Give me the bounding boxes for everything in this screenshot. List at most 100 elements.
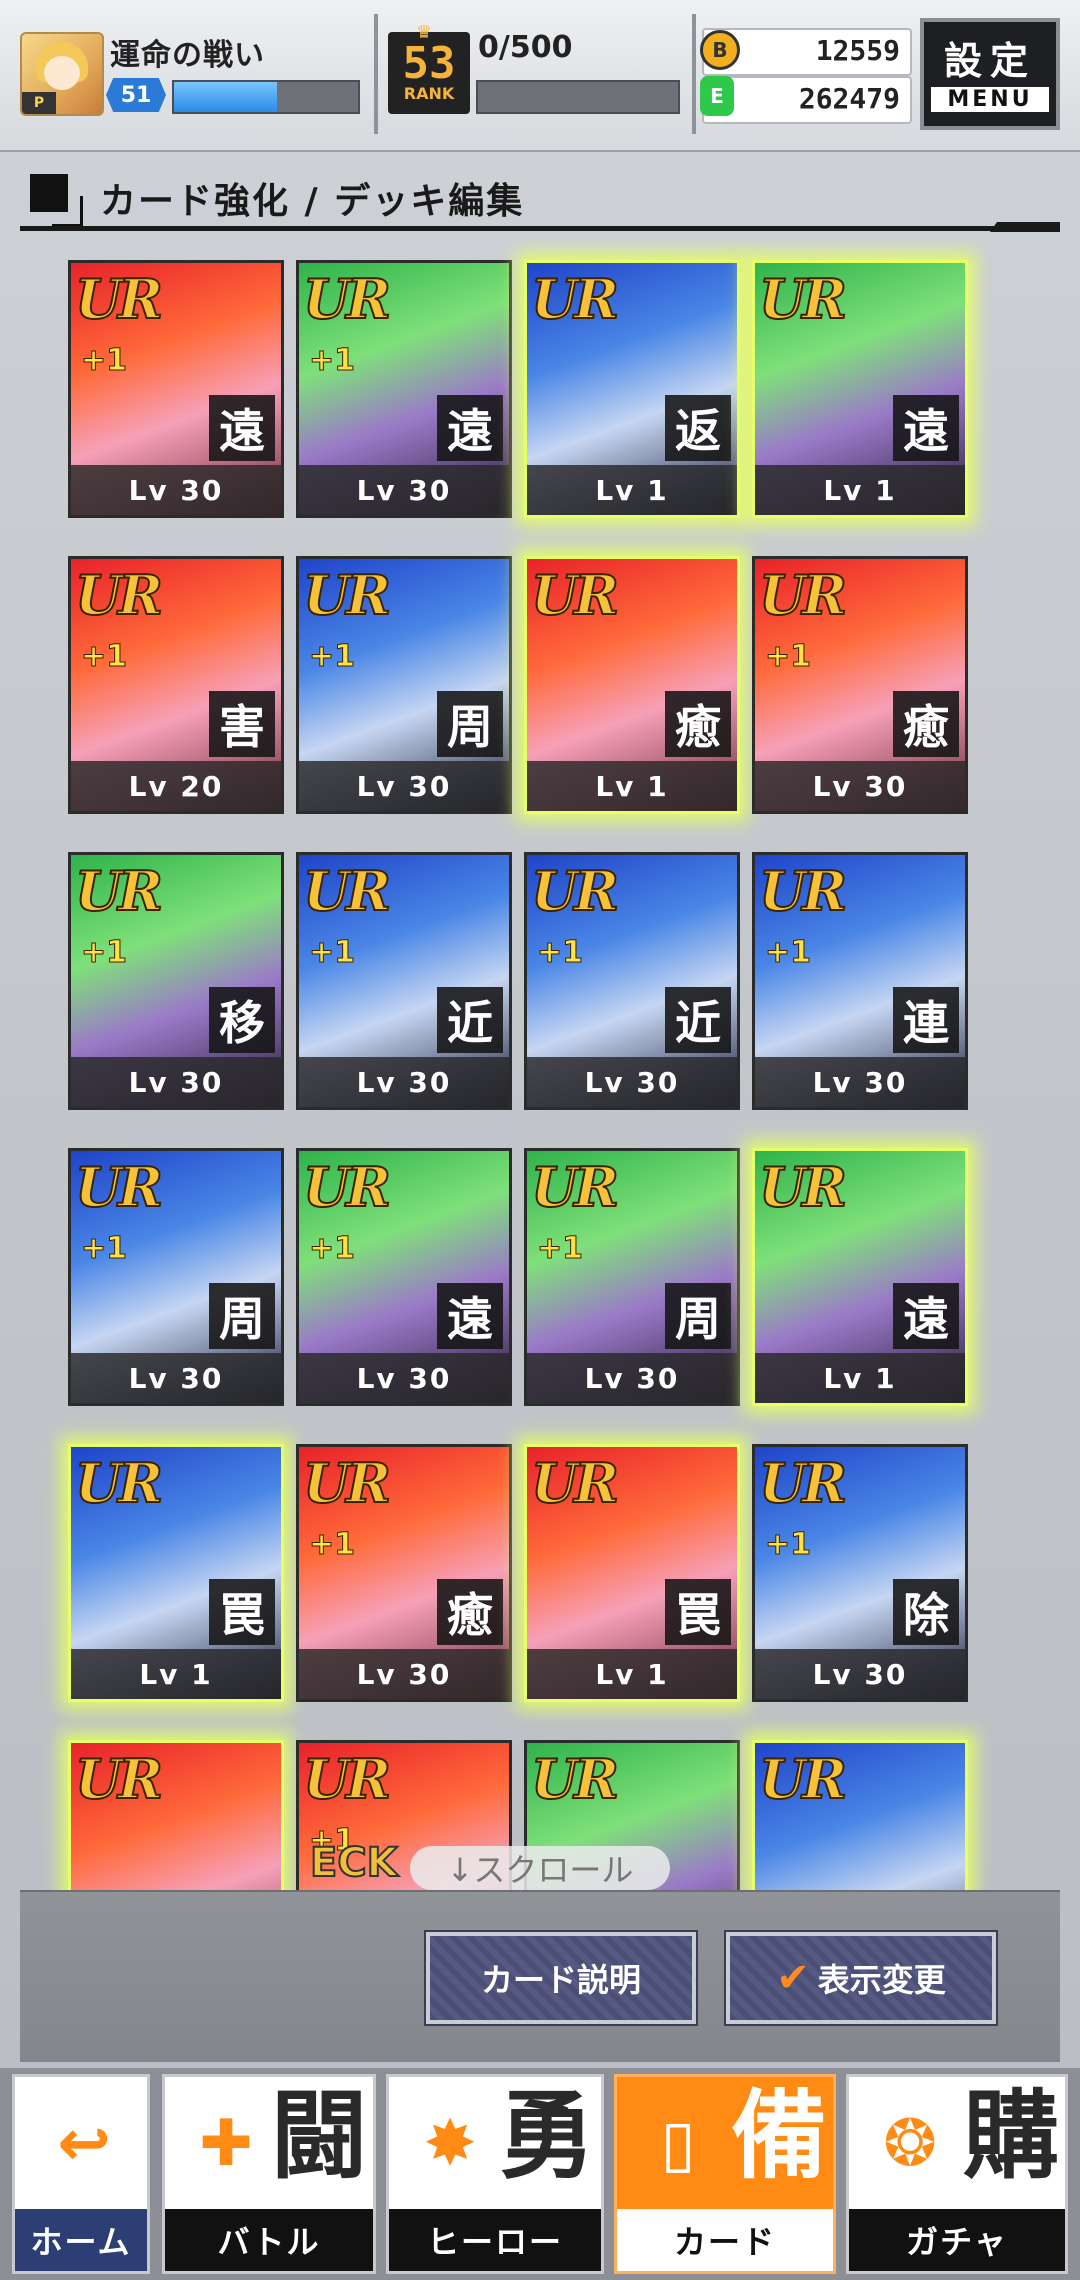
- card-level: Lv 1: [527, 465, 737, 515]
- rank-icon: ♛ 53 RANK: [388, 22, 470, 114]
- card-type-badge: 周: [437, 691, 503, 757]
- card-type-badge: 遠: [437, 1283, 503, 1349]
- card-type-badge: 連: [893, 987, 959, 1053]
- rank-label: RANK: [403, 84, 455, 103]
- card-level: Lv 30: [71, 465, 281, 515]
- card-rarity: UR: [530, 266, 620, 332]
- card-level: Lv 1: [71, 1649, 281, 1699]
- card-item[interactable]: UR +1 周 Lv 30: [296, 556, 512, 814]
- card-level: Lv 30: [299, 1057, 509, 1107]
- card-plus-badge: +1: [308, 1527, 356, 1563]
- title-underline-accent: [990, 222, 1060, 232]
- card-item[interactable]: UR +1 遠 Lv 30: [68, 260, 284, 518]
- card-type-badge: 周: [209, 1283, 275, 1349]
- divider: [374, 14, 378, 134]
- display-change-label: 表示変更: [817, 1961, 946, 1999]
- card-rarity: UR: [74, 266, 164, 332]
- card-item[interactable]: UR 罠 Lv 1: [524, 1444, 740, 1702]
- card-item[interactable]: UR +1 癒 Lv 30: [296, 1444, 512, 1702]
- card-item[interactable]: UR +1 移 Lv 30: [68, 852, 284, 1110]
- card-level: Lv 20: [71, 761, 281, 811]
- card-level: Lv 1: [527, 1649, 737, 1699]
- card-item[interactable]: UR +1 害 Lv 20: [68, 556, 284, 814]
- exp-bar: [172, 80, 360, 114]
- nav-item-card[interactable]: ▯ 備カード: [614, 2074, 836, 2274]
- nav-item-hero[interactable]: ✸ 勇ヒーロー: [386, 2074, 604, 2274]
- card-plus-badge: +1: [80, 935, 128, 971]
- card-level: Lv 30: [71, 1353, 281, 1403]
- card-type-badge: 癒: [893, 691, 959, 757]
- card-plus-badge: +1: [308, 343, 356, 379]
- card-rarity: UR: [74, 562, 164, 628]
- card-item[interactable]: UR 癒 Lv 1: [524, 556, 740, 814]
- energy-value: 262479: [798, 82, 900, 115]
- card-rarity: UR: [530, 562, 620, 628]
- title-underline: [20, 226, 1060, 231]
- card-level: Lv 1: [527, 761, 737, 811]
- card-rarity: UR: [74, 858, 164, 924]
- card-level: Lv 30: [527, 1057, 737, 1107]
- card-type-badge: 害: [209, 691, 275, 757]
- card-item[interactable]: UR 返 Lv 1: [524, 260, 740, 518]
- card-type-badge: 除: [893, 1579, 959, 1645]
- card-item[interactable]: UR +1 遠 Lv 30: [296, 260, 512, 518]
- card-item[interactable]: UR +1 周 Lv 30: [68, 1148, 284, 1406]
- check-icon: ✔: [776, 1955, 810, 2001]
- card-type-badge: 癒: [437, 1579, 503, 1645]
- page-title: カード強化 / デッキ編集: [100, 181, 525, 222]
- card-type-badge: 遠: [437, 395, 503, 461]
- card-level: Lv 30: [755, 1057, 965, 1107]
- card-level: Lv 30: [299, 1649, 509, 1699]
- card-rarity: UR: [758, 266, 848, 332]
- nav-item-battle[interactable]: ✚ 闘バトル: [162, 2074, 376, 2274]
- nav-item-home[interactable]: ↩ ホーム: [12, 2074, 150, 2274]
- card-type-badge: 返: [665, 395, 731, 461]
- card-level: Lv 30: [299, 1353, 509, 1403]
- card-item[interactable]: UR +1 連 Lv 30: [752, 852, 968, 1110]
- card-plus-badge: +1: [764, 639, 812, 675]
- card-item[interactable]: UR +1 近 Lv 30: [524, 852, 740, 1110]
- card-type-badge: 罠: [209, 1579, 275, 1645]
- nav-item-gacha[interactable]: ❂ 購ガチャ: [846, 2074, 1068, 2274]
- coin-icon: B: [700, 30, 740, 70]
- card-item[interactable]: UR: [752, 1740, 968, 1890]
- card-rarity: UR: [74, 1746, 164, 1812]
- nav-label: ガチャ: [849, 2209, 1065, 2271]
- card-item[interactable]: UR 遠 Lv 1: [752, 1148, 968, 1406]
- card-level: Lv 30: [755, 761, 965, 811]
- card-level: Lv 30: [299, 465, 509, 515]
- card-type-badge: 罠: [665, 1579, 731, 1645]
- card-item[interactable]: UR +1 周 Lv 30: [524, 1148, 740, 1406]
- back-arrow-icon: ↩: [57, 2107, 111, 2181]
- card-type-badge: 移: [209, 987, 275, 1053]
- card-item[interactable]: UR +1 除 Lv 30: [752, 1444, 968, 1702]
- settings-menu-button[interactable]: 設定 MENU: [920, 18, 1060, 130]
- card-grid[interactable]: UR +1 遠 Lv 30 UR +1 遠 Lv 30 UR 返 Lv 1 UR 遠 Lv 1 UR +1 害 L…: [20, 240, 1060, 1890]
- card-plus-badge: +1: [80, 1231, 128, 1267]
- card-item[interactable]: UR +1 近 Lv 30: [296, 852, 512, 1110]
- card-item[interactable]: UR: [68, 1740, 284, 1890]
- card-item[interactable]: UR 罠 Lv 1: [68, 1444, 284, 1702]
- card-rarity: UR: [758, 1746, 848, 1812]
- card-rarity: UR: [758, 562, 848, 628]
- crown-icon: ♛: [416, 22, 433, 43]
- avatar-badge: P: [22, 92, 56, 114]
- nav-kanji: 購: [963, 2080, 1059, 2192]
- player-avatar[interactable]: P: [20, 32, 104, 116]
- card-plus-badge: +1: [308, 935, 356, 971]
- card-rarity: UR: [758, 1154, 848, 1220]
- display-change-button[interactable]: ✔ 表示変更: [724, 1930, 998, 2026]
- top-status-bar: P 運命の戦い 51 ♛ 53 RANK 0/500 12559 B 26247…: [0, 0, 1080, 152]
- card-level: Lv 30: [527, 1353, 737, 1403]
- card-plus-badge: +1: [764, 935, 812, 971]
- card-item[interactable]: UR 遠 Lv 1: [752, 260, 968, 518]
- card-plus-badge: +1: [764, 1527, 812, 1563]
- coin-value: 12559: [815, 34, 900, 67]
- card-rarity: UR: [302, 1450, 392, 1516]
- card-item[interactable]: UR +1 遠 Lv 30: [296, 1148, 512, 1406]
- card-item[interactable]: UR +1 癒 Lv 30: [752, 556, 968, 814]
- card-level: Lv 30: [755, 1649, 965, 1699]
- nav-kanji: 備: [731, 2080, 827, 2192]
- card-description-button[interactable]: カード説明: [424, 1930, 698, 2026]
- nav-label: バトル: [165, 2209, 373, 2271]
